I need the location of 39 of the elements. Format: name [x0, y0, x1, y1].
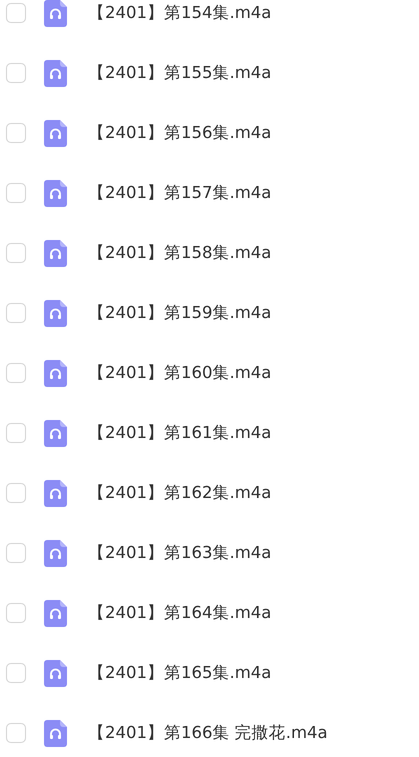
file-name[interactable]: 【2401】第154集.m4a: [88, 0, 272, 26]
audio-file-icon: [44, 240, 67, 266]
checkbox[interactable]: [6, 123, 26, 143]
file-name[interactable]: 【2401】第166集 完撒花.m4a: [88, 720, 328, 746]
checkbox[interactable]: [6, 723, 26, 743]
checkbox[interactable]: [6, 483, 26, 503]
audio-file-icon: [44, 300, 67, 326]
file-name[interactable]: 【2401】第161集.m4a: [88, 420, 272, 446]
checkbox[interactable]: [6, 543, 26, 563]
audio-file-icon: [44, 420, 67, 446]
audio-file-icon: [44, 540, 67, 566]
file-name[interactable]: 【2401】第158集.m4a: [88, 240, 272, 266]
audio-file-icon: [44, 180, 67, 206]
checkbox[interactable]: [6, 303, 26, 323]
checkbox[interactable]: [6, 243, 26, 263]
audio-file-icon: [44, 480, 67, 506]
file-name[interactable]: 【2401】第164集.m4a: [88, 600, 272, 626]
file-name[interactable]: 【2401】第162集.m4a: [88, 480, 272, 506]
checkbox[interactable]: [6, 663, 26, 683]
audio-file-icon: [44, 60, 67, 86]
checkbox[interactable]: [6, 363, 26, 383]
file-name[interactable]: 【2401】第159集.m4a: [88, 300, 272, 326]
file-name[interactable]: 【2401】第165集.m4a: [88, 660, 272, 686]
checkbox[interactable]: [6, 63, 26, 83]
audio-file-icon: [44, 0, 67, 26]
audio-file-icon: [44, 600, 67, 626]
audio-file-icon: [44, 120, 67, 146]
checkbox[interactable]: [6, 423, 26, 443]
file-name[interactable]: 【2401】第160集.m4a: [88, 360, 272, 386]
checkbox[interactable]: [6, 183, 26, 203]
file-name[interactable]: 【2401】第156集.m4a: [88, 120, 272, 146]
checkbox[interactable]: [6, 603, 26, 623]
file-name[interactable]: 【2401】第155集.m4a: [88, 60, 272, 86]
checkbox[interactable]: [6, 3, 26, 23]
audio-file-icon: [44, 660, 67, 686]
file-name[interactable]: 【2401】第163集.m4a: [88, 540, 272, 566]
audio-file-icon: [44, 720, 67, 746]
audio-file-icon: [44, 360, 67, 386]
file-name[interactable]: 【2401】第157集.m4a: [88, 180, 272, 206]
